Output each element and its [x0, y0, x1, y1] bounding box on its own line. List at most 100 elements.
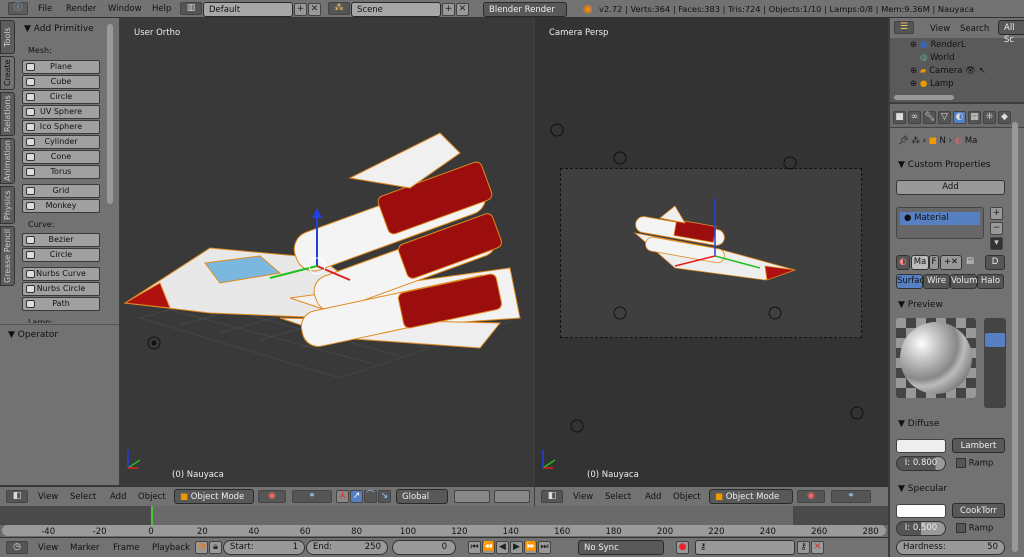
sync-select[interactable]: No Sync [578, 540, 664, 555]
material-type-tab-surfac[interactable]: Surfac [896, 274, 924, 289]
unlink-material-button[interactable]: +✕ [940, 255, 962, 270]
menu-select[interactable]: Select [605, 492, 631, 502]
tab-create[interactable]: Create [0, 56, 15, 90]
layers-icon-2[interactable] [494, 490, 530, 503]
add-circle-button[interactable]: Circle [22, 90, 100, 104]
diffuse-header[interactable]: ▼ Diffuse [898, 419, 939, 429]
current-frame-field[interactable]: 0 [392, 540, 456, 555]
tab-physics[interactable]: Physics [0, 186, 15, 224]
prev-keyframe-icon[interactable]: ⏪ [482, 541, 495, 554]
pivot-icon[interactable]: ⚭ [292, 490, 332, 503]
translate-icon[interactable]: ↗ [350, 490, 363, 503]
start-frame-field[interactable]: Start: 1 [223, 540, 305, 555]
data-link-select[interactable]: D [985, 255, 1005, 270]
diffuse-color-swatch[interactable] [896, 439, 946, 453]
remove-scene-button[interactable]: ✕ [456, 3, 469, 16]
material-browse-button[interactable]: ◐ [896, 255, 910, 270]
texture-tab-icon[interactable]: ▦ [968, 111, 981, 124]
delete-keyframe-icon[interactable]: ✕ [811, 541, 824, 554]
tab-relations[interactable]: Relations [0, 92, 15, 136]
menu-marker[interactable]: Marker [70, 543, 99, 553]
scale-icon[interactable]: ↘ [378, 490, 391, 503]
object-tab-icon[interactable]: ■ [893, 111, 906, 124]
layers-icon[interactable] [454, 490, 490, 503]
menu-object[interactable]: Object [673, 492, 701, 502]
layout-icon[interactable]: ▥ [180, 2, 202, 15]
menu-view[interactable]: View [930, 24, 950, 34]
insert-keyframe-icon[interactable]: ⚷ [797, 541, 810, 554]
layout-field[interactable]: Default [203, 2, 293, 17]
mode-select[interactable]: ■ Object Mode [709, 489, 793, 504]
menu-render[interactable]: Render [66, 4, 96, 14]
editor-type-icon[interactable]: ◧ [6, 490, 28, 503]
specular-color-swatch[interactable] [896, 504, 946, 518]
mode-select[interactable]: ■ Object Mode [174, 489, 254, 504]
outliner-item-renderlayers[interactable]: ⊕ ▣ RenderL [910, 40, 966, 51]
sphere-preview-icon[interactable] [985, 333, 1005, 347]
info-editor-icon[interactable]: ⓘ [8, 2, 28, 15]
add-nurbs-circle-button[interactable]: Nurbs Circle [22, 282, 100, 296]
diffuse-intensity-slider[interactable]: I: 0.800 [896, 456, 946, 471]
timeline[interactable] [0, 506, 888, 537]
preview-header[interactable]: ▼ Preview [898, 300, 943, 310]
menu-playback[interactable]: Playback [152, 543, 190, 553]
specular-header[interactable]: ▼ Specular [898, 484, 947, 494]
play-icon[interactable]: ▶ [510, 541, 523, 554]
orientation-select[interactable]: Global [396, 489, 448, 504]
next-keyframe-icon[interactable]: ⏩ [524, 541, 537, 554]
manipulator-icon[interactable]: ⅄ [336, 490, 349, 503]
shading-icon[interactable]: ◉ [797, 490, 825, 503]
add-bezier-button[interactable]: Bezier [22, 233, 100, 247]
add-cone-button[interactable]: Cone [22, 150, 100, 164]
menu-help[interactable]: Help [152, 4, 171, 14]
operator-header[interactable]: ▼ Operator [8, 330, 58, 340]
remove-layout-button[interactable]: ✕ [308, 3, 321, 16]
timeline-editor-icon[interactable]: ◷ [6, 541, 28, 554]
viewport-user-ortho[interactable]: User Ortho (0) Nauyaca [120, 18, 533, 486]
material-tab-icon[interactable]: ◐ [953, 111, 966, 124]
add-monkey-button[interactable]: Monkey [22, 199, 100, 213]
preview-type-buttons[interactable] [984, 318, 1006, 408]
constraints-tab-icon[interactable]: ∞ [908, 111, 921, 124]
add-cube-button[interactable]: Cube [22, 75, 100, 89]
hardness-field[interactable]: Hardness: 50 [896, 540, 1005, 555]
display-mode-select[interactable]: All Sc [998, 20, 1024, 45]
lock-icon[interactable]: 🔒︎ [209, 541, 222, 554]
outliner-item-world[interactable]: ◍ World [920, 53, 954, 64]
menu-view[interactable]: View [38, 492, 58, 502]
preview-range-icon[interactable]: ◔ [195, 541, 208, 554]
diffuse-ramp-checkbox[interactable]: Ramp [956, 458, 993, 469]
jump-end-icon[interactable]: ⏭ [538, 541, 551, 554]
menu-search[interactable]: Search [960, 24, 989, 34]
add-property-button[interactable]: Add [896, 180, 1005, 195]
add-scene-button[interactable]: + [442, 3, 455, 16]
material-name-field[interactable]: Ma [911, 255, 929, 270]
outliner-editor-icon[interactable]: ☰ [894, 21, 914, 34]
specular-ramp-checkbox[interactable]: Ramp [956, 523, 993, 534]
menu-frame[interactable]: Frame [113, 543, 139, 553]
tab-grease-pencil[interactable]: Grease Pencil [0, 226, 15, 286]
add-plane-button[interactable]: Plane [22, 60, 100, 74]
custom-properties-header[interactable]: ▼ Custom Properties [898, 160, 991, 170]
scene-icon[interactable]: ⁂ [328, 2, 350, 15]
keying-set-field[interactable]: ⚷ [695, 540, 795, 555]
outliner-item-camera[interactable]: ⊕ ▰ Camera 👁︎ ↖ [910, 66, 986, 77]
add-circle-button[interactable]: Circle [22, 248, 100, 262]
shading-icon[interactable]: ◉ [258, 490, 286, 503]
material-slot[interactable]: ● Material [900, 212, 980, 225]
menu-view[interactable]: View [38, 543, 58, 553]
slot-specials-button[interactable]: ▾ [990, 237, 1003, 250]
menu-object[interactable]: Object [138, 492, 166, 502]
node-icon[interactable]: ▤ [966, 256, 974, 266]
timeline-ruler[interactable] [2, 525, 886, 536]
add-torus-button[interactable]: Torus [22, 165, 100, 179]
tab-animation[interactable]: Animation [0, 138, 15, 184]
specular-intensity-slider[interactable]: I: 0.500 [896, 521, 946, 536]
fake-user-button[interactable]: F [929, 255, 939, 270]
particles-tab-icon[interactable]: ⁜ [983, 111, 996, 124]
material-type-tab-wire[interactable]: Wire [923, 274, 950, 289]
add-uv-sphere-button[interactable]: UV Sphere [22, 105, 100, 119]
add-primitive-header[interactable]: ▼ Add Primitive [24, 24, 94, 34]
end-frame-field[interactable]: End: 250 [306, 540, 388, 555]
viewport-camera-persp[interactable]: Camera Persp (0) Nauyaca [535, 18, 888, 486]
